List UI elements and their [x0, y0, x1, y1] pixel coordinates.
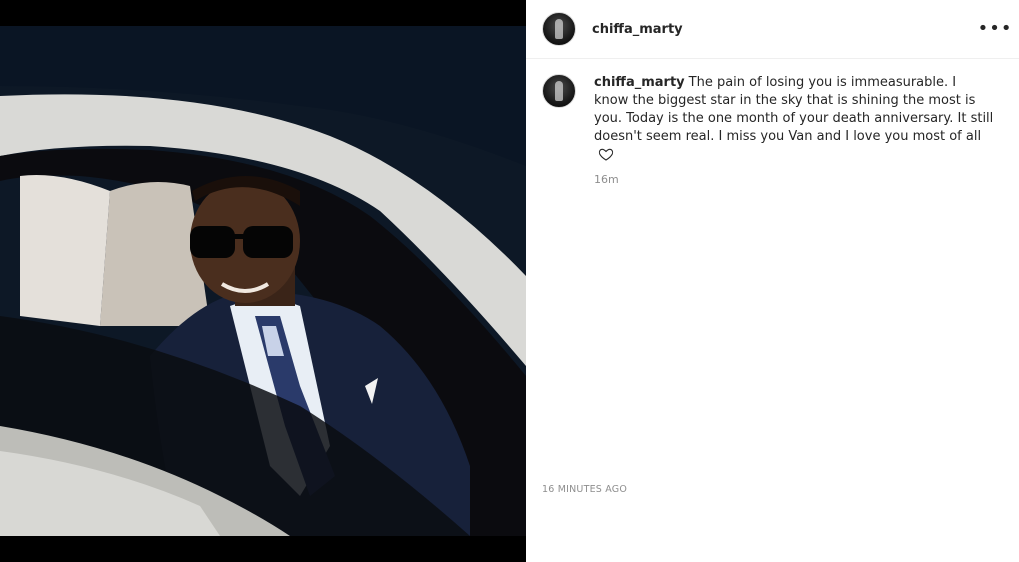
caption-body: chiffa_marty The pain of losing you is im…: [594, 74, 994, 186]
caption-text-block: chiffa_marty The pain of losing you is im…: [594, 74, 994, 165]
post-photo[interactable]: [0, 26, 526, 536]
post-header: chiffa_marty •••: [526, 0, 1019, 59]
post-media: [0, 0, 526, 562]
caption-relative-time[interactable]: 16m: [594, 173, 994, 186]
post-details-panel: chiffa_marty ••• chiffa_marty The pain of…: [526, 0, 1019, 562]
more-horizontal-icon[interactable]: •••: [978, 18, 1012, 39]
author-username[interactable]: chiffa_marty: [592, 22, 683, 37]
post-timestamp[interactable]: 16 MINUTES AGO: [542, 484, 627, 495]
author-avatar[interactable]: [542, 12, 576, 46]
caption-username[interactable]: chiffa_marty: [594, 75, 685, 90]
caption-avatar[interactable]: [542, 74, 576, 108]
post-caption: chiffa_marty The pain of losing you is im…: [542, 74, 1002, 186]
heart-outline-icon: [598, 148, 614, 161]
